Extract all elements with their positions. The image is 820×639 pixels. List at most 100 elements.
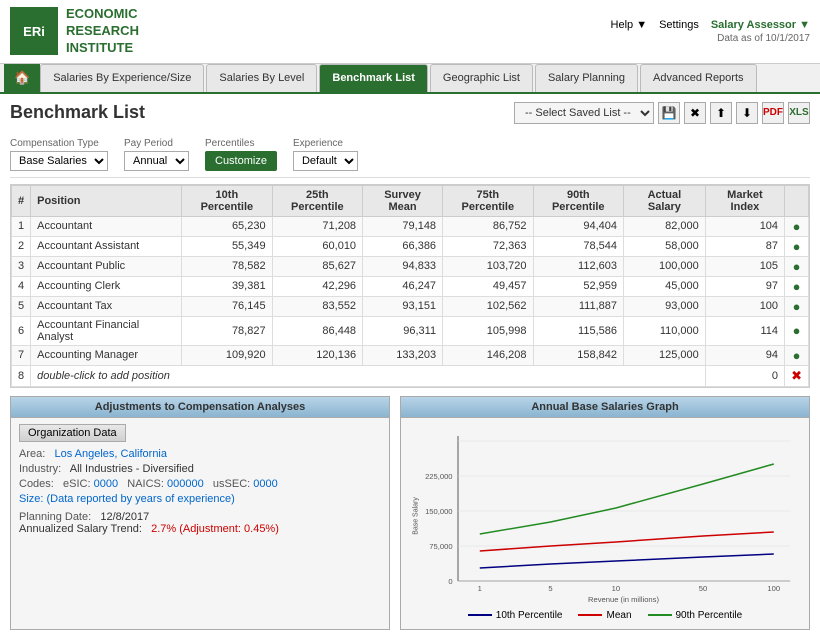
benchmark-table: # Position 10th Percentile 25th Percenti… — [11, 185, 809, 387]
customize-button[interactable]: Customize — [205, 151, 277, 171]
excel-button[interactable]: XLS — [788, 102, 810, 124]
legend-p10-line — [468, 614, 492, 616]
cell-p90: 52,959 — [533, 276, 623, 296]
cell-p10: 78,582 — [182, 256, 272, 276]
cell-action[interactable]: ● — [785, 296, 809, 316]
row-action-icon[interactable]: ● — [793, 239, 801, 254]
cell-index: 97 — [705, 276, 784, 296]
tab-salary-planning[interactable]: Salary Planning — [535, 64, 638, 92]
add-position-num: 8 — [12, 365, 31, 386]
tab-advanced-reports[interactable]: Advanced Reports — [640, 64, 757, 92]
cell-p25: 42,296 — [272, 276, 362, 296]
cell-action[interactable]: ● — [785, 236, 809, 256]
cell-action[interactable]: ● — [785, 216, 809, 236]
cell-index: 114 — [705, 316, 784, 345]
add-position-placeholder[interactable]: double-click to add position — [31, 365, 706, 386]
delete-button[interactable]: ✖ — [684, 102, 706, 124]
logo-box: ERi — [10, 7, 58, 55]
cell-p10: 65,230 — [182, 216, 272, 236]
trend-value: 2.7% (Adjustment: 0.45%) — [151, 523, 279, 535]
settings-button[interactable]: Settings — [659, 19, 699, 31]
row-action-icon[interactable]: ● — [793, 299, 801, 314]
salary-assessor-button[interactable]: Salary Assessor ▼ — [711, 19, 810, 31]
data-date: Data as of 10/1/2017 — [611, 33, 810, 44]
table-row[interactable]: 6 Accountant Financial Analyst 78,827 86… — [12, 316, 809, 345]
cell-action[interactable]: ● — [785, 316, 809, 345]
add-position-row[interactable]: 8 double-click to add position 0 ✖ — [12, 365, 809, 386]
salary-chart: 0 75,000 150,000 225,000 1 5 10 50 100 R… — [409, 426, 801, 606]
row-action-icon[interactable]: ● — [793, 259, 801, 274]
table-row[interactable]: 1 Accountant 65,230 71,208 79,148 86,752… — [12, 216, 809, 236]
col-header-num: # — [12, 185, 31, 216]
tab-salaries-by-experience[interactable]: Salaries By Experience/Size — [40, 64, 204, 92]
table-row[interactable]: 5 Accountant Tax 76,145 83,552 93,151 10… — [12, 296, 809, 316]
cell-action[interactable]: ● — [785, 276, 809, 296]
compensation-type-label: Compensation Type — [10, 138, 108, 149]
cell-mean: 46,247 — [363, 276, 443, 296]
pay-period-select[interactable]: Annual — [124, 151, 189, 171]
industry-row: Industry: All Industries - Diversified — [19, 463, 381, 475]
cell-p90: 158,842 — [533, 345, 623, 365]
right-panel: Annual Base Salaries Graph 0 — [400, 396, 810, 630]
svg-text:100: 100 — [767, 584, 780, 593]
experience-select[interactable]: Default — [293, 151, 358, 171]
legend-p90: 90th Percentile — [648, 610, 743, 621]
row-action-icon[interactable]: ● — [793, 348, 801, 363]
cell-mean: 96,311 — [363, 316, 443, 345]
logo-text: ECONOMIC RESEARCH INSTITUTE — [66, 6, 139, 57]
tab-geographic-list[interactable]: Geographic List — [430, 64, 533, 92]
upload-button[interactable]: ⬆ — [710, 102, 732, 124]
table-row[interactable]: 7 Accounting Manager 109,920 120,136 133… — [12, 345, 809, 365]
add-position-icon[interactable]: ✖ — [791, 368, 802, 383]
cell-p25: 60,010 — [272, 236, 362, 256]
legend-p90-label: 90th Percentile — [676, 610, 743, 621]
cell-actual: 58,000 — [624, 236, 706, 256]
experience-group: Experience Default — [293, 138, 358, 171]
row-action-icon[interactable]: ● — [793, 219, 801, 234]
header-right-col: Help ▼ Settings Salary Assessor ▼ Data a… — [611, 19, 810, 44]
table-row[interactable]: 4 Accounting Clerk 39,381 42,296 46,247 … — [12, 276, 809, 296]
esic-value: 0000 — [94, 478, 118, 490]
svg-text:225,000: 225,000 — [425, 472, 452, 481]
cell-position: Accountant — [31, 216, 182, 236]
row-action-icon[interactable]: ● — [793, 323, 801, 338]
cell-p90: 115,586 — [533, 316, 623, 345]
table-row[interactable]: 2 Accountant Assistant 55,349 60,010 66,… — [12, 236, 809, 256]
cell-action[interactable]: ● — [785, 256, 809, 276]
cell-position: Accounting Clerk — [31, 276, 182, 296]
legend-mean-label: Mean — [606, 610, 631, 621]
svg-text:0: 0 — [448, 577, 452, 586]
pay-period-group: Pay Period Annual — [124, 138, 189, 171]
compensation-type-select[interactable]: Base Salaries — [10, 151, 108, 171]
naics-value: 000000 — [167, 478, 204, 490]
table-wrapper: # Position 10th Percentile 25th Percenti… — [10, 184, 810, 388]
tab-benchmark-list[interactable]: Benchmark List — [319, 64, 428, 92]
naics-label: NAICS: — [127, 478, 164, 490]
pdf-button[interactable]: PDF — [762, 102, 784, 124]
add-position-action[interactable]: ✖ — [785, 365, 809, 386]
cell-mean: 66,386 — [363, 236, 443, 256]
help-button[interactable]: Help ▼ — [611, 19, 648, 31]
col-header-position: Position — [31, 185, 182, 216]
top-header: ERi ECONOMIC RESEARCH INSTITUTE Help ▼ S… — [0, 0, 820, 64]
cell-p75: 72,363 — [443, 236, 533, 256]
planning-date-label: Planning Date: — [19, 511, 91, 523]
cell-num: 1 — [12, 216, 31, 236]
table-row[interactable]: 3 Accountant Public 78,582 85,627 94,833… — [12, 256, 809, 276]
chart-container: 0 75,000 150,000 225,000 1 5 10 50 100 R… — [409, 426, 801, 606]
row-action-icon[interactable]: ● — [793, 279, 801, 294]
cell-position: Accountant Financial Analyst — [31, 316, 182, 345]
planning-date-row: Planning Date: 12/8/2017 — [19, 511, 381, 523]
save-button[interactable]: 💾 — [658, 102, 680, 124]
col-header-p90: 90th Percentile — [533, 185, 623, 216]
tab-salaries-by-level[interactable]: Salaries By Level — [206, 64, 317, 92]
home-tab[interactable]: 🏠 — [4, 64, 40, 92]
select-saved-dropdown[interactable]: -- Select Saved List -- — [514, 102, 654, 124]
col-header-p75: 75th Percentile — [443, 185, 533, 216]
legend-mean-line — [578, 614, 602, 616]
cell-p90: 112,603 — [533, 256, 623, 276]
ussec-value: 0000 — [253, 478, 277, 490]
download-button[interactable]: ⬇ — [736, 102, 758, 124]
cell-action[interactable]: ● — [785, 345, 809, 365]
org-data-button[interactable]: Organization Data — [19, 424, 126, 442]
